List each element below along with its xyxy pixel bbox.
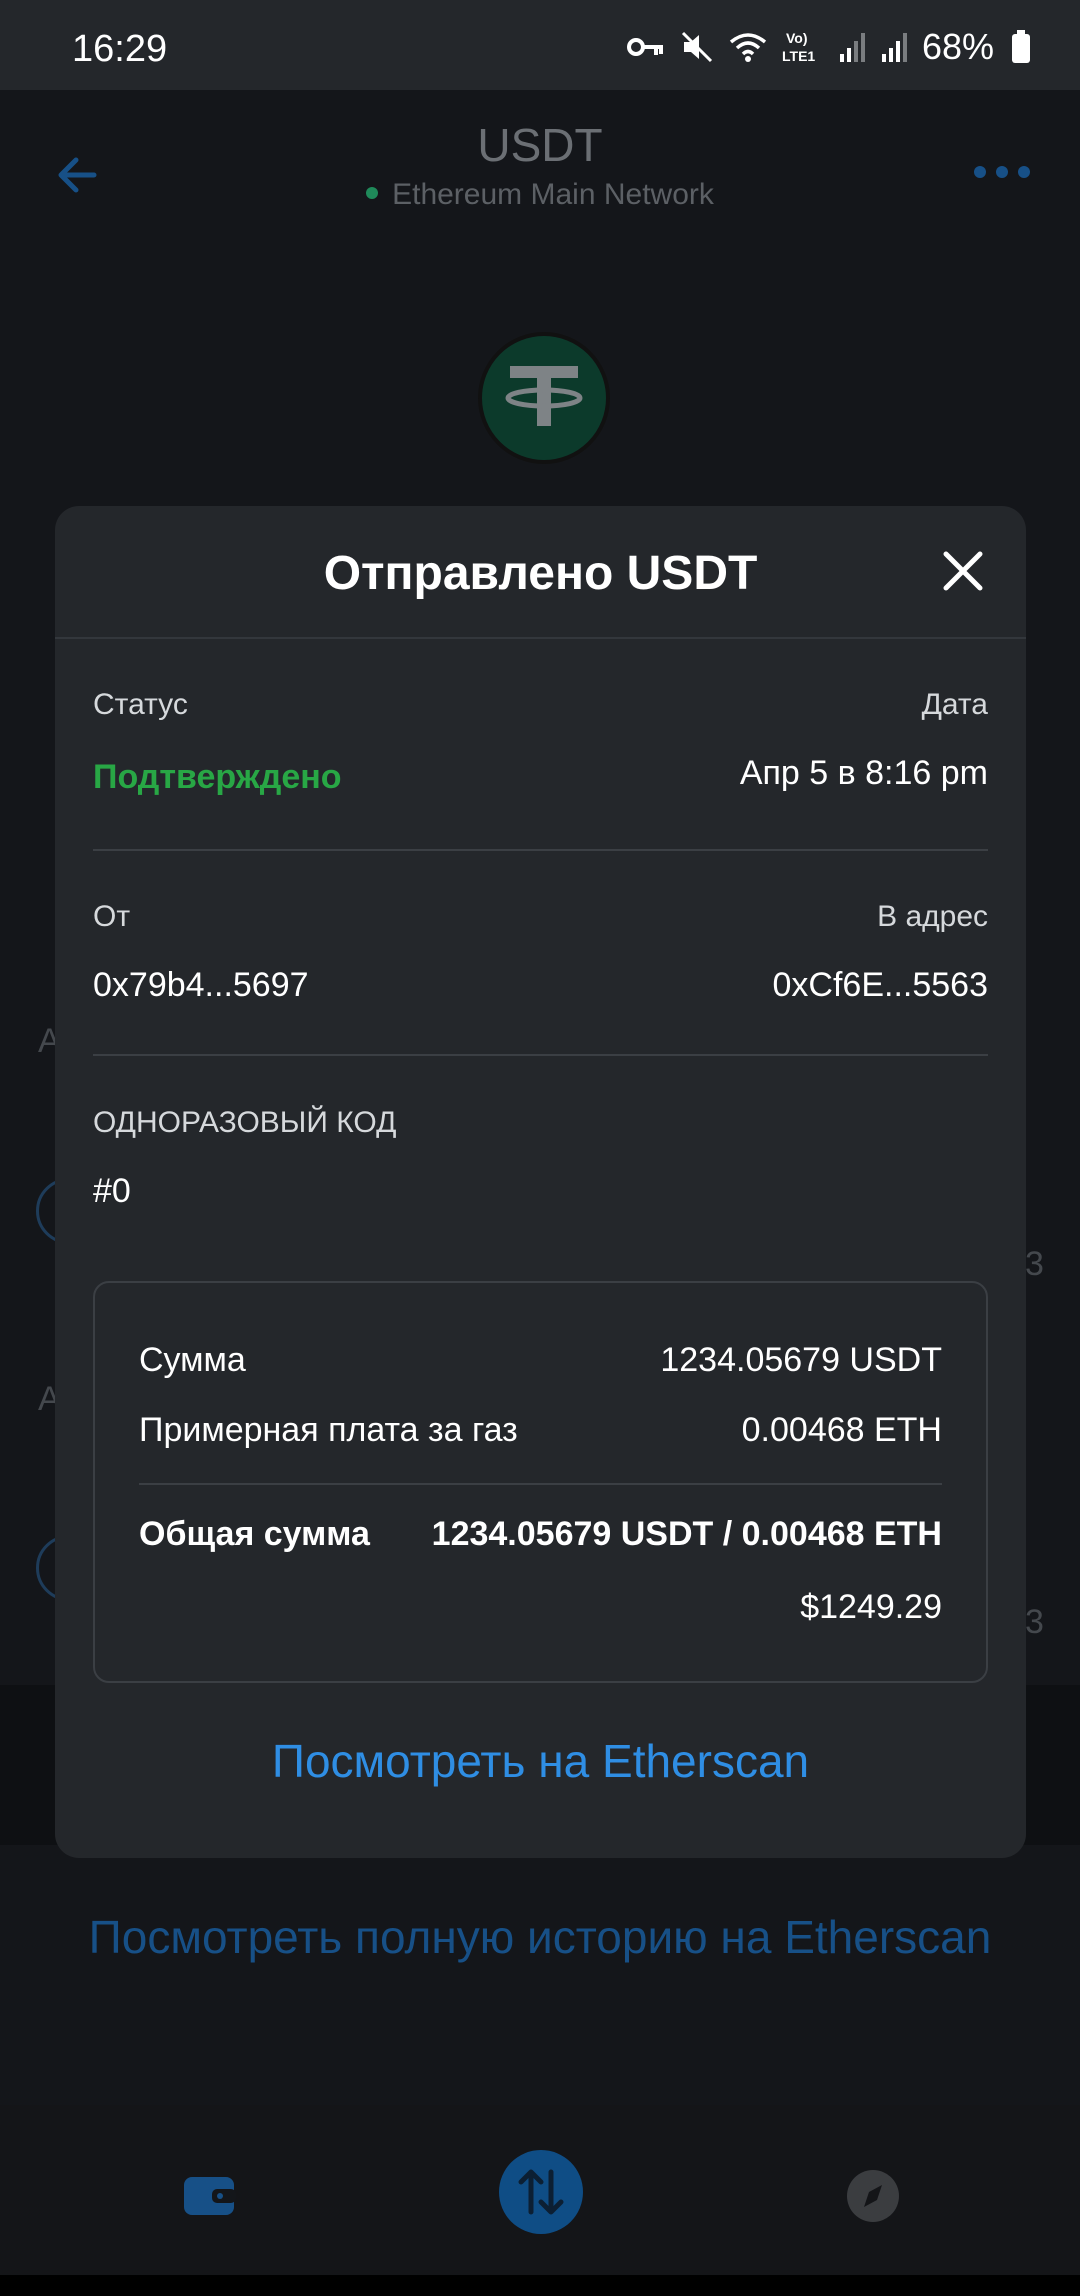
divider	[139, 1483, 942, 1485]
total-value: 1234.05679 USDT / 0.00468 ETH	[431, 1515, 942, 1553]
list-item-amount: 3	[1025, 1245, 1044, 1283]
swap-button[interactable]	[499, 2150, 583, 2234]
total-label: Общая сумма	[139, 1515, 370, 1553]
amount-value: 1234.05679 USDT	[660, 1341, 942, 1379]
full-history-link[interactable]: Посмотреть полную историю на Etherscan	[0, 1910, 1080, 1964]
battery-percent: 68%	[921, 26, 994, 67]
explore-icon[interactable]	[846, 2169, 900, 2223]
key-icon	[626, 38, 663, 56]
modal-title: Отправлено USDT	[323, 547, 758, 600]
lte-badge: Vo) LTE1	[782, 30, 815, 64]
battery-icon	[1012, 30, 1030, 63]
gas-fee-value: 0.00468 ETH	[741, 1411, 942, 1449]
view-on-etherscan-link[interactable]: Посмотреть на Etherscan	[55, 1734, 1026, 1788]
nonce-value: #0	[93, 1172, 131, 1210]
nonce-label: ОДНОРАЗОВЫЙ КОД	[93, 1106, 397, 1139]
signal-icon	[839, 33, 865, 62]
divider	[93, 849, 988, 851]
date-label: Дата	[921, 688, 988, 721]
list-item-amount: 3	[1025, 1603, 1044, 1641]
svg-text:Vo): Vo)	[786, 30, 808, 46]
tether-icon	[505, 366, 583, 426]
system-nav-strip	[0, 2275, 1080, 2296]
gas-fee-label: Примерная плата за газ	[139, 1411, 518, 1449]
date-value: Апр 5 в 8:16 pm	[739, 754, 988, 792]
svg-text:LTE1: LTE1	[782, 48, 815, 64]
transaction-details-modal: Отправлено USDT Статус Дата Подтверждено…	[55, 506, 1026, 1858]
wallet-icon[interactable]	[182, 2171, 236, 2219]
wifi-icon	[729, 33, 767, 62]
close-icon[interactable]	[938, 546, 988, 596]
to-address[interactable]: 0xCf6E...5563	[773, 966, 988, 1005]
status-bar: 16:29 Vo) LTE1 68%	[0, 0, 1080, 90]
divider	[93, 1054, 988, 1056]
network-indicator[interactable]: Ethereum Main Network	[0, 178, 1080, 212]
network-name: Ethereum Main Network	[392, 178, 714, 211]
from-label: От	[93, 900, 131, 933]
status-label: Статус	[93, 688, 188, 721]
network-status-dot	[366, 187, 379, 200]
divider	[55, 637, 1026, 639]
summary-box: Сумма 1234.05679 USDT Примерная плата за…	[93, 1281, 988, 1683]
from-address[interactable]: 0x79b4...5697	[93, 966, 309, 1005]
status-icons: Vo) LTE1 68%	[626, 22, 1032, 72]
status-value: Подтверждено	[93, 758, 342, 796]
token-logo	[478, 332, 610, 464]
total-fiat: $1249.29	[800, 1588, 942, 1626]
status-time: 16:29	[72, 28, 168, 70]
amount-label: Сумма	[139, 1341, 246, 1379]
more-options-icon[interactable]	[972, 160, 1032, 184]
mute-icon	[681, 31, 712, 63]
signal-icon	[881, 33, 907, 62]
page-title: USDT	[477, 119, 603, 171]
to-label: В адрес	[877, 900, 988, 933]
swap-icon	[518, 2169, 564, 2215]
